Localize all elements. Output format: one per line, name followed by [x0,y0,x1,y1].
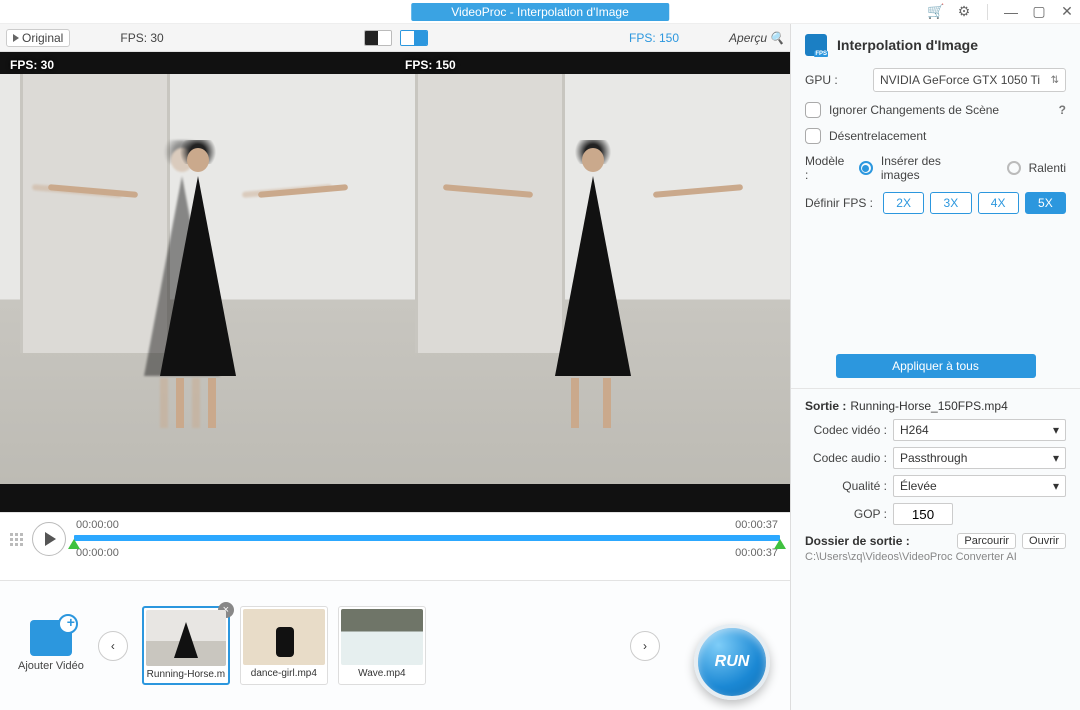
thumb-image [341,609,423,665]
acodec-value: Passthrough [900,451,967,465]
original-label: Original [22,31,63,45]
gpu-label: GPU : [805,73,865,87]
apply-all-button[interactable]: Appliquer à tous [836,354,1036,378]
quality-select[interactable]: Élevée ▾ [893,475,1066,497]
play-triangle-icon [13,34,19,42]
vcodec-label: Codec vidéo : [805,423,887,437]
thumb-image [243,609,325,665]
timeline-track[interactable]: 00:00:00 00:00:37 00:00:00 00:00:37 [74,519,780,559]
search-icon: 🔍 [769,31,784,45]
run-label: RUN [715,653,750,671]
vcodec-select[interactable]: H264 ▾ [893,419,1066,441]
time-start-top: 00:00:00 [76,519,119,531]
ignore-scene-checkbox[interactable] [805,102,821,118]
interpolation-icon [805,34,827,56]
model-label: Modèle : [805,154,851,182]
preview-area: FPS: 30 FPS: 150 [0,52,790,512]
view-mode-toggles [364,30,428,46]
thumb-item[interactable]: dance-girl.mp4 [240,606,328,685]
quality-label: Qualité : [805,479,887,493]
close-button[interactable]: ✕ [1060,5,1074,19]
output-filename: Running-Horse_150FPS.mp4 [850,399,1007,413]
file-strip: Ajouter Vidéo ‹ × Running-Horse.m dance-… [0,580,790,710]
fps-right-label[interactable]: FPS: 150 [629,31,679,45]
chevron-down-icon: ▾ [1053,479,1059,493]
add-video-icon [30,620,72,656]
fps-2x-button[interactable]: 2X [883,192,924,214]
ignore-scene-label: Ignorer Changements de Scène [829,103,999,117]
add-video-button[interactable]: Ajouter Vidéo [18,620,84,672]
thumb-name: dance-girl.mp4 [243,665,325,680]
acodec-label: Codec audio : [805,451,887,465]
folder-label: Dossier de sortie : [805,534,910,548]
model-slow-label: Ralenti [1029,161,1066,175]
fps-left-label: FPS: 30 [120,31,163,45]
gpu-select[interactable]: NVIDIA GeForce GTX 1050 Ti ⇅ [873,68,1066,92]
maximize-button[interactable]: ▢ [1032,5,1046,19]
preview-right: FPS: 150 [395,52,790,512]
preview-label: Aperçu [729,31,767,45]
chevron-down-icon: ▾ [1053,451,1059,465]
trim-start-marker[interactable] [68,539,80,549]
gpu-value: NVIDIA GeForce GTX 1050 Ti [880,73,1040,87]
preview-button[interactable]: Aperçu 🔍 [729,31,784,45]
run-button[interactable]: RUN [694,624,770,700]
overlay-fps-right: FPS: 150 [405,58,456,72]
fps-4x-button[interactable]: 4X [978,192,1019,214]
view-single[interactable] [364,30,392,46]
scroll-left-button[interactable]: ‹ [98,631,128,661]
chevron-down-icon: ▾ [1053,423,1059,437]
preview-toolbar: Original FPS: 30 FPS: 150 Aperçu 🔍 [0,24,790,52]
gop-label: GOP : [805,507,887,521]
original-toggle[interactable]: Original [6,29,70,47]
thumb-item[interactable]: Wave.mp4 [338,606,426,685]
drag-handle-icon[interactable] [10,533,24,546]
thumb-item[interactable]: × Running-Horse.m [142,606,230,685]
minimize-button[interactable]: — [1004,5,1018,19]
model-insert-label: Insérer des images [881,154,983,182]
chevron-updown-icon: ⇅ [1051,75,1059,86]
panel-title: Interpolation d'Image [837,37,978,53]
fps-3x-button[interactable]: 3X [930,192,971,214]
gop-input[interactable] [893,503,953,525]
settings-panel: Interpolation d'Image GPU : NVIDIA GeFor… [790,24,1080,710]
cart-icon[interactable]: 🛒 [929,5,943,19]
output-label: Sortie : [805,399,846,413]
title-bar: VideoProc - Interpolation d'Image 🛒 ⚙ — … [0,0,1080,24]
folder-path: C:\Users\zq\Videos\VideoProc Converter A… [805,551,1066,563]
overlay-fps-left: FPS: 30 [10,58,54,72]
vcodec-value: H264 [900,423,929,437]
separator [987,4,988,20]
model-insert-radio[interactable] [859,161,873,175]
time-start-bottom: 00:00:00 [76,547,119,559]
play-button[interactable] [32,522,66,556]
time-end-top: 00:00:37 [735,519,778,531]
acodec-select[interactable]: Passthrough ▾ [893,447,1066,469]
fps-define-label: Définir FPS : [805,196,875,210]
fps-5x-button[interactable]: 5X [1025,192,1066,214]
trim-end-marker[interactable] [774,539,786,549]
quality-value: Élevée [900,479,937,493]
timeline-panel: 00:00:00 00:00:37 00:00:00 00:00:37 [0,512,790,580]
app-title: VideoProc - Interpolation d'Image [411,3,669,21]
thumb-name: Wave.mp4 [341,665,423,680]
browse-button[interactable]: Parcourir [957,533,1016,549]
scroll-right-button[interactable]: › [630,631,660,661]
thumb-image [146,610,226,666]
deinterlace-label: Désentrelacement [829,129,926,143]
panel-title-row: Interpolation d'Image [805,34,1066,56]
model-slow-radio[interactable] [1007,161,1021,175]
add-video-label: Ajouter Vidéo [18,660,84,672]
time-end-bottom: 00:00:37 [735,547,778,559]
open-folder-button[interactable]: Ouvrir [1022,533,1066,549]
thumb-name: Running-Horse.m [146,666,226,681]
help-icon[interactable]: ? [1059,103,1066,117]
apply-all-label: Appliquer à tous [892,359,979,373]
preview-left: FPS: 30 [0,52,395,512]
view-split[interactable] [400,30,428,46]
deinterlace-checkbox[interactable] [805,128,821,144]
gear-icon[interactable]: ⚙ [957,5,971,19]
